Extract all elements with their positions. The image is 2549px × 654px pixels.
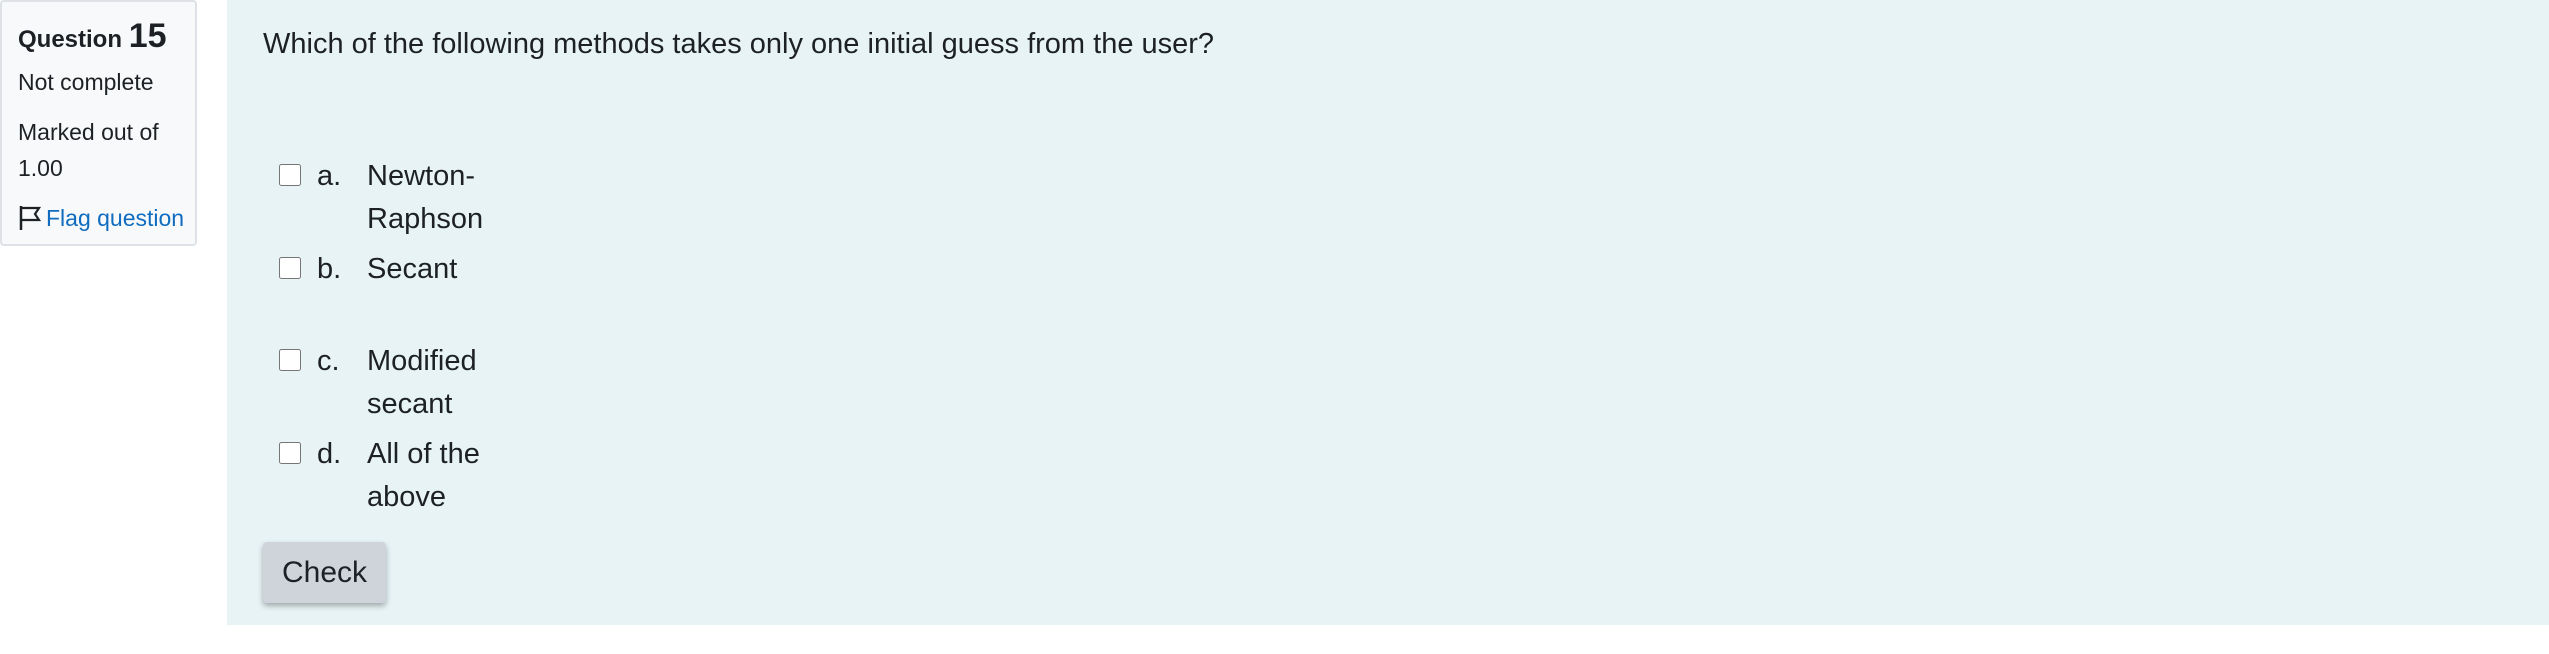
- answer-checkbox-d[interactable]: [279, 442, 301, 464]
- question-info-panel: Question 15 Not complete Marked out of 1…: [0, 0, 197, 246]
- answer-label-b[interactable]: Secant: [367, 248, 492, 291]
- answer-letter-a: a.: [317, 160, 342, 192]
- question-grade: Marked out of 1.00: [18, 119, 159, 181]
- answer-label-c[interactable]: Modified secant: [367, 340, 492, 426]
- answer-letter-b: b.: [317, 253, 342, 285]
- answer-checkbox-a[interactable]: [279, 164, 301, 186]
- flag-question-link[interactable]: Flag question: [18, 200, 195, 236]
- answer-options: a. Newton-Raphson b. Secant c. Modified …: [279, 155, 492, 526]
- question-number: 15: [128, 17, 167, 55]
- flag-question-label: Flag question: [46, 205, 185, 231]
- answer-letter-c: c.: [317, 345, 340, 377]
- answer-checkbox-c[interactable]: [279, 349, 301, 371]
- answer-option-a: a. Newton-Raphson: [279, 155, 492, 248]
- answer-option-b: b. Secant: [279, 248, 492, 340]
- flag-outline-icon: [19, 206, 42, 230]
- question-word: Question: [18, 26, 123, 53]
- answer-letter-d: d.: [317, 438, 342, 470]
- question-state: Not complete: [18, 69, 154, 95]
- answer-label-d[interactable]: All of the above: [367, 433, 492, 519]
- question-content: Which of the following methods takes onl…: [227, 0, 2549, 625]
- answer-checkbox-b[interactable]: [279, 257, 301, 279]
- question-number-heading: Question 15: [18, 16, 195, 60]
- answer-option-c: c. Modified secant: [279, 340, 492, 433]
- check-button[interactable]: Check: [263, 542, 386, 603]
- question-text: Which of the following methods takes onl…: [263, 28, 1215, 60]
- answer-option-d: d. All of the above: [279, 433, 492, 526]
- answer-label-a[interactable]: Newton-Raphson: [367, 155, 492, 241]
